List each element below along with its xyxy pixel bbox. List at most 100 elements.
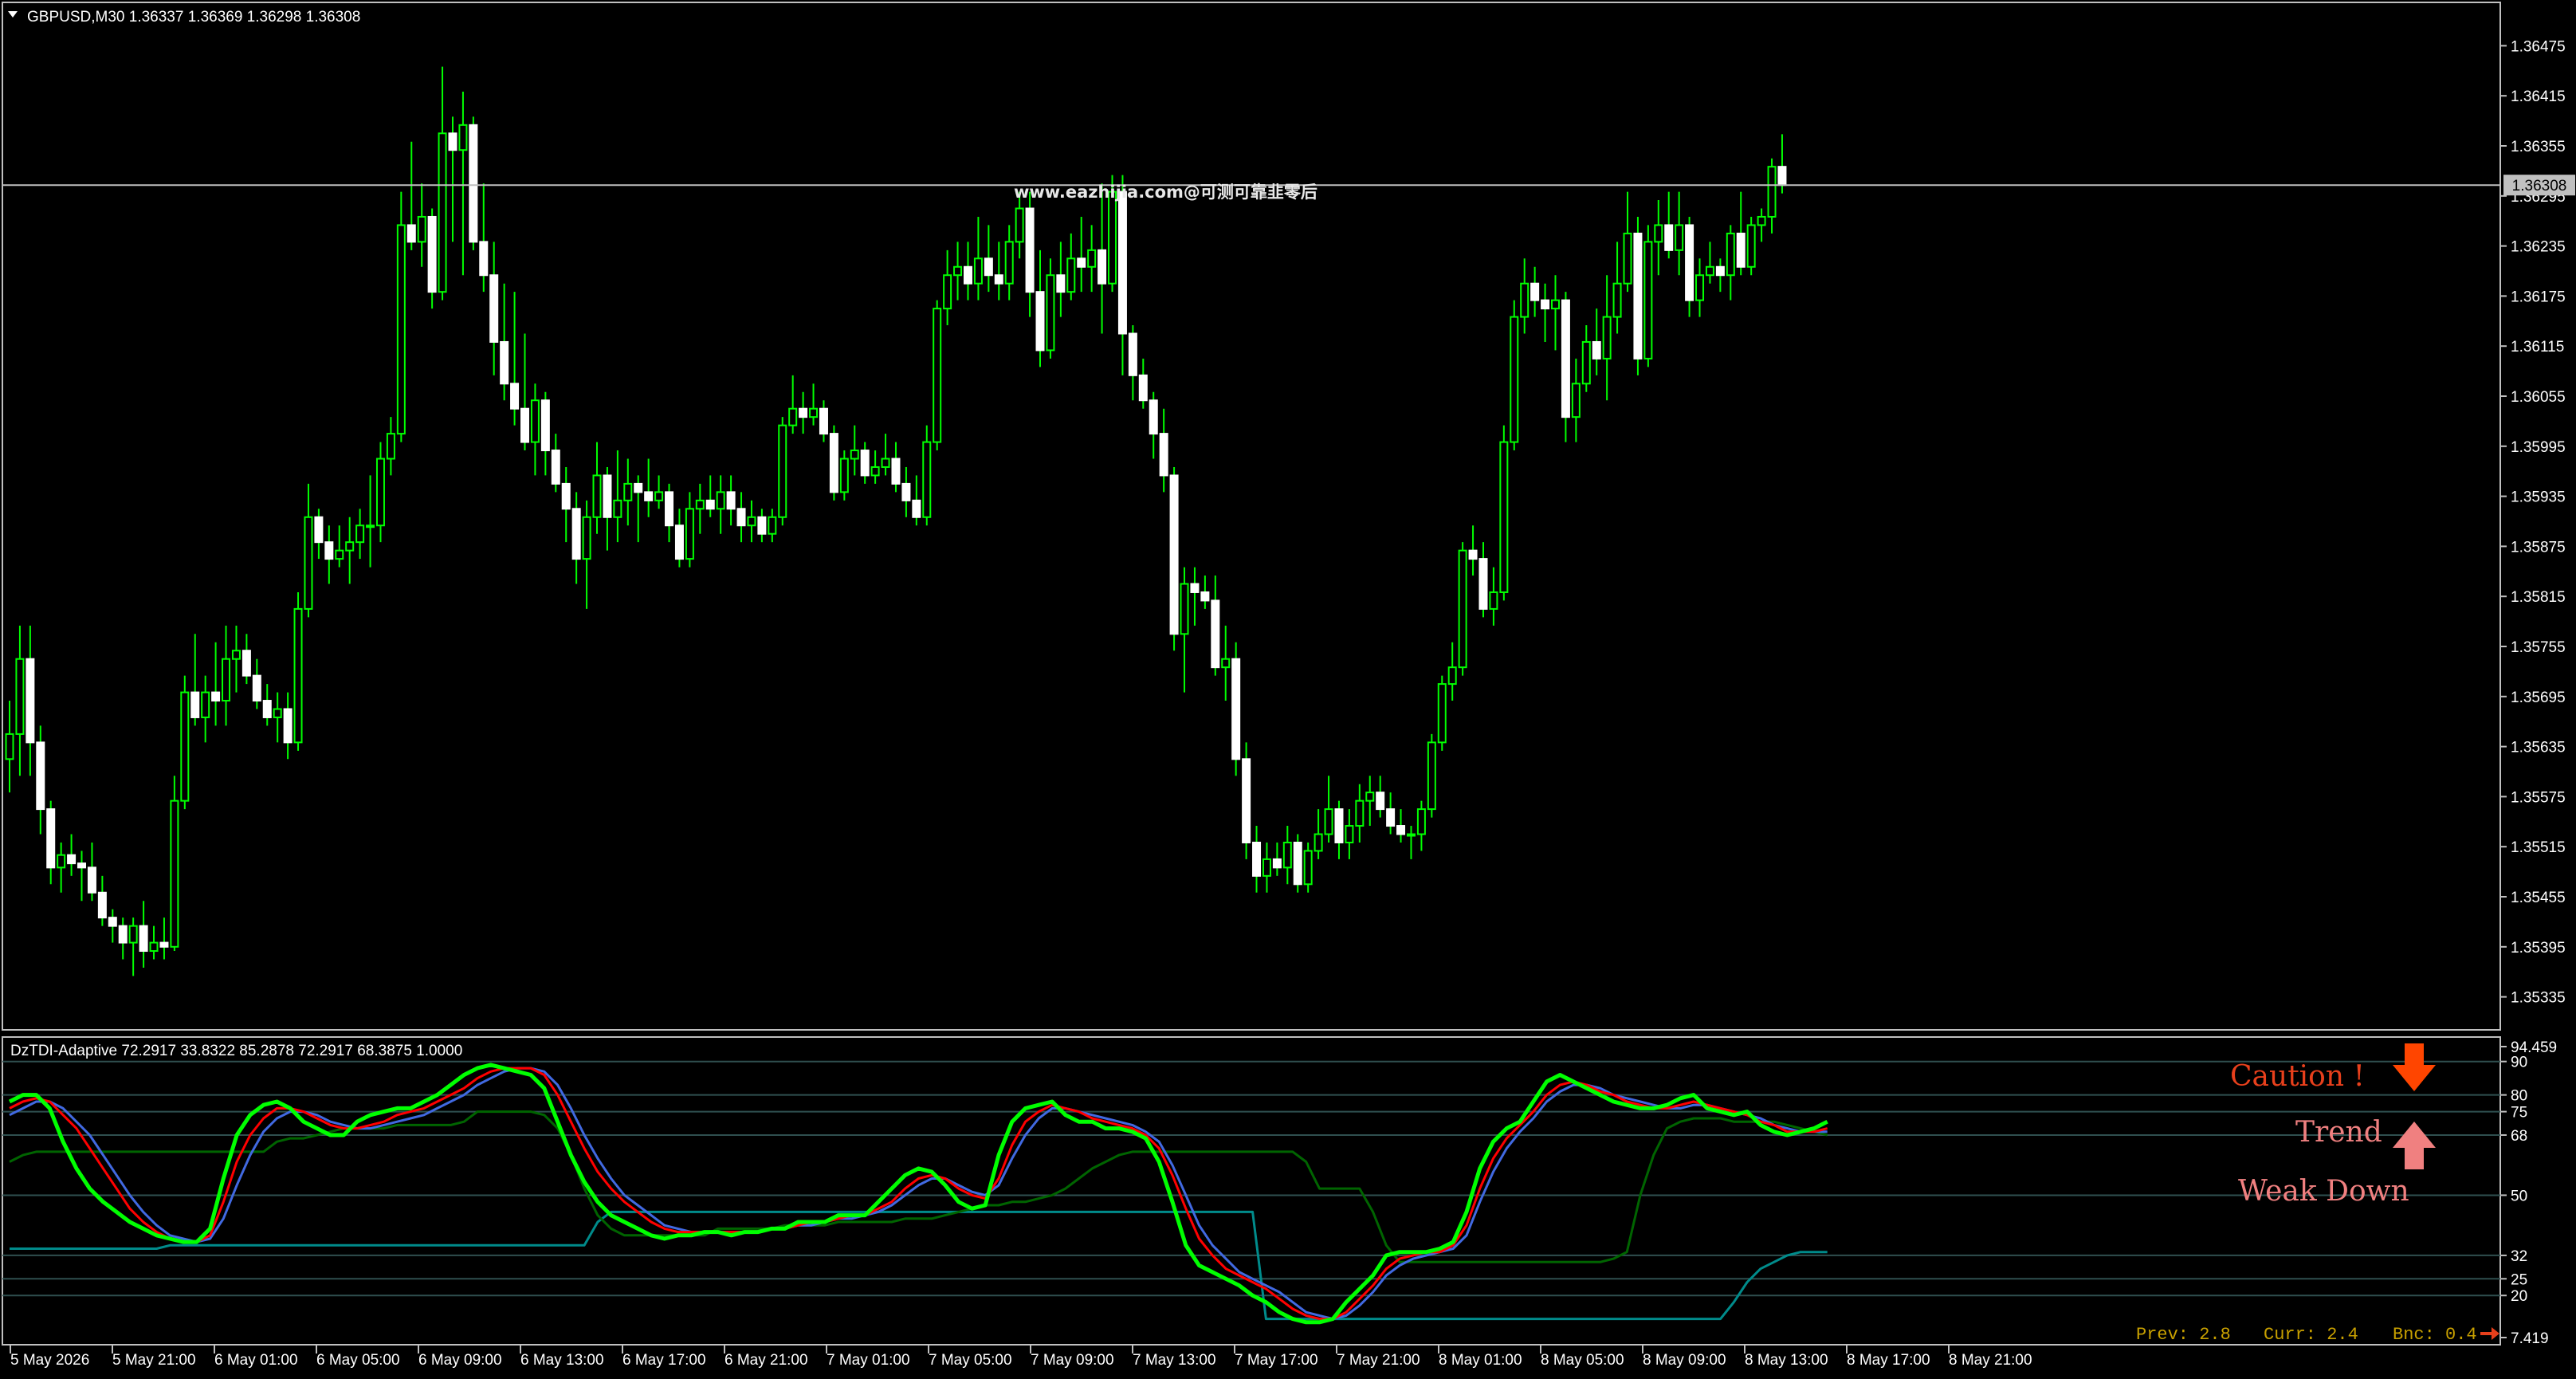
time-tick-label: 7 May 13:00 [1133,1352,1216,1369]
candle-body [1211,599,1220,669]
candle-body [1437,683,1447,744]
candle-body [1715,265,1725,277]
candle-body [1458,549,1467,669]
candle-body [881,458,890,468]
candle-body [705,499,715,510]
time-tick-label: 6 May 01:00 [214,1352,298,1369]
candle-body [901,482,911,501]
prev-stat: Prev: 2.8 [2136,1325,2231,1345]
candle-body [1098,249,1107,285]
candle-body [159,941,169,948]
candle-body [1025,207,1035,293]
price-tick-label: 1.35395 [2511,940,2566,957]
level-tick-label: 50 [2511,1188,2527,1204]
candle-body [57,854,66,869]
candle-body [1685,224,1694,301]
indicator-level-axis: 94.45990807568503225207.419 [2500,1039,2557,1347]
candle-body [665,491,674,527]
indicator-frame [2,1036,2501,1346]
candle-body [293,607,303,744]
time-tick-label: 8 May 17:00 [1847,1352,1930,1369]
candle-body [1087,249,1097,268]
candle-body [1406,833,1416,837]
candle-body [1416,808,1426,835]
time-tick-label: 5 May 21:00 [112,1352,196,1369]
candle-body [963,265,972,285]
level-tick-label: 90 [2511,1055,2527,1071]
candle-body [1200,591,1210,602]
candle-body [1746,224,1756,268]
candle-body [324,541,334,560]
candle-body [768,516,777,535]
candle-body [1004,241,1014,285]
candle-body [1262,858,1271,877]
candle-body [1592,340,1601,359]
price-tick-label: 1.36355 [2511,139,2566,155]
candle-body [1447,666,1457,686]
candle-body [222,658,231,702]
candle-body [551,450,560,485]
candle-body [613,499,622,518]
price-tick-label: 1.35335 [2511,990,2566,1007]
price-tick-label: 1.35815 [2511,589,2566,606]
candle-body [1695,274,1705,301]
candle-body [1551,299,1560,310]
candle-body [15,658,25,735]
candle-body [108,917,117,927]
candle-body [36,741,45,811]
price-tick-label: 1.35875 [2511,539,2566,556]
candle-body [1149,399,1158,435]
candle-body [1643,241,1653,359]
candle-body [1355,800,1365,827]
candle-body [139,925,148,953]
candle-body [571,508,581,560]
candle-body [1077,257,1086,268]
candle-body [1396,825,1406,835]
candle-body [757,516,767,535]
weak-down-text: Weak Down [2238,1175,2409,1208]
price-tick-label: 1.35515 [2511,839,2566,856]
candle-body [1324,808,1333,835]
time-tick-label: 7 May 21:00 [1337,1352,1420,1369]
candle-body [1334,808,1344,843]
candle-body [1633,232,1643,359]
candle-body [283,708,293,744]
candle-body [1046,274,1055,352]
time-tick-label: 8 May 21:00 [1949,1352,2032,1369]
candle-body [1231,658,1241,760]
indicator-header: DzTDI-Adaptive 72.2917 33.8322 85.2878 7… [10,1043,462,1059]
candle-body [149,941,159,953]
time-tick-label: 6 May 09:00 [418,1352,502,1369]
price-tick-label: 1.36055 [2511,389,2566,406]
candle-body [46,808,56,869]
curr-stat: Curr: 2.4 [2264,1325,2358,1345]
candle-body [87,866,96,894]
candle-body [1602,316,1612,359]
candle-body [1664,224,1674,251]
candle-body [396,224,406,435]
candle-body [242,650,251,677]
candle-body [406,224,416,243]
candle-body [788,407,798,426]
watermark: www.eazhijia.com@可测可靠韭零后 [1014,183,1317,202]
candle-body [644,491,654,501]
time-tick-label: 6 May 05:00 [316,1352,400,1369]
candle-body [128,925,138,944]
candle-body [695,499,705,510]
candle-body [912,499,921,518]
candle-body [479,241,489,277]
time-tick-label: 7 May 05:00 [929,1352,1012,1369]
time-tick-label: 6 May 21:00 [724,1352,808,1369]
level-tick-label: 68 [2511,1128,2527,1145]
candle-body [778,424,787,518]
candle-body [623,482,633,501]
level-tick-label: 7.419 [2511,1330,2549,1347]
candle-body [1282,841,1292,869]
chart-canvas: 1.364751.364151.363551.362951.362351.361… [2,2,2575,1369]
candle-body [1499,441,1509,593]
candle-body [1169,474,1179,635]
price-tick-label: 1.35755 [2511,639,2566,656]
candle-body [1612,282,1622,318]
candle-body [716,491,725,510]
candle-body [427,215,437,293]
